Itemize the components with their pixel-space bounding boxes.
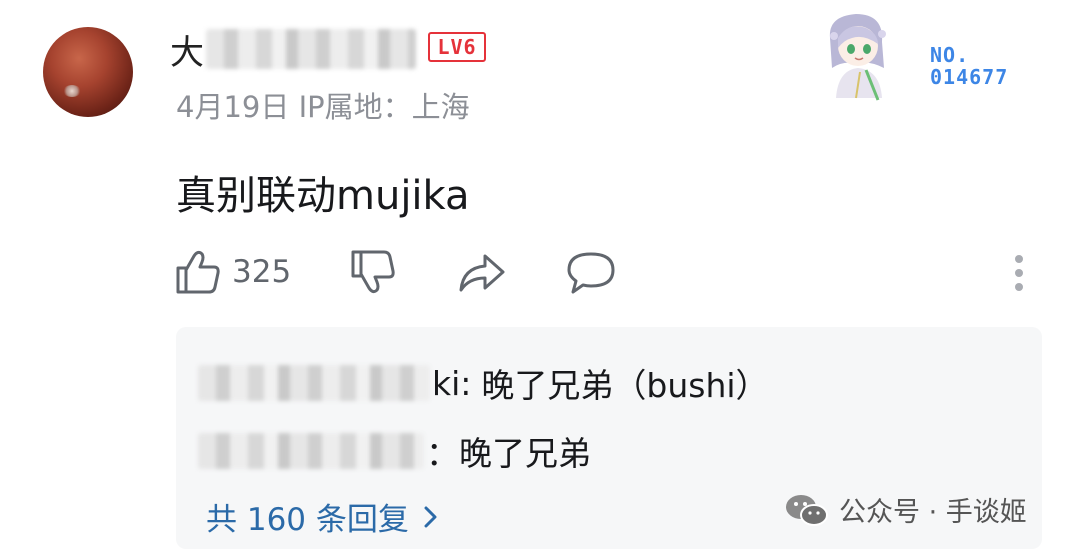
avatar-crater bbox=[63, 85, 81, 97]
reply-item[interactable]: ： 晚了兄弟 bbox=[198, 428, 591, 474]
like-button[interactable]: 325 bbox=[174, 248, 291, 296]
more-replies-label: 共 160 条回复 bbox=[206, 502, 409, 538]
action-bar: 325 bbox=[174, 248, 617, 296]
reply-text: 晚了兄弟（bushi） bbox=[481, 366, 769, 405]
chevron-right-icon bbox=[424, 506, 437, 527]
avatar-decoration-character bbox=[829, 14, 886, 101]
decoration-number: NO. 014677 bbox=[930, 44, 1008, 88]
thumbs-down-icon bbox=[351, 250, 395, 294]
reply-author-suffix: ： bbox=[426, 434, 459, 473]
comment-meta: 4月19日 IP属地：上海 bbox=[176, 90, 470, 124]
thumbs-up-icon bbox=[176, 250, 220, 294]
comment-bubble-icon bbox=[567, 252, 615, 294]
reply-button[interactable] bbox=[565, 248, 617, 296]
watermark-text: 公众号 · 手谈姬 bbox=[839, 497, 1027, 528]
reply-author-blurred bbox=[198, 365, 430, 401]
username-visible-char: 大 bbox=[170, 32, 204, 73]
view-all-replies-link[interactable]: 共 160 条回复 bbox=[206, 494, 443, 539]
more-options-icon[interactable] bbox=[1010, 253, 1028, 293]
decoration-number-label: NO. bbox=[930, 43, 970, 67]
dislike-button[interactable] bbox=[349, 248, 397, 296]
reply-author-suffix: ki: bbox=[432, 363, 472, 403]
like-count: 325 bbox=[232, 254, 292, 290]
reply-text: 晚了兄弟 bbox=[459, 434, 591, 473]
reply-author-blurred bbox=[198, 433, 424, 469]
username[interactable]: 大 bbox=[170, 24, 416, 74]
username-blurred bbox=[206, 29, 416, 69]
decoration-number-value: 014677 bbox=[930, 65, 1009, 89]
share-button[interactable] bbox=[457, 248, 507, 296]
comment-text: 真别联动mujika bbox=[176, 173, 470, 219]
share-icon bbox=[459, 254, 505, 292]
watermark: 公众号 · 手谈姬 bbox=[783, 490, 1027, 529]
level-badge: LV6 bbox=[428, 32, 486, 62]
reply-item[interactable]: ki: 晚了兄弟（bushi） bbox=[198, 360, 769, 406]
wechat-icon bbox=[786, 494, 828, 526]
user-avatar[interactable] bbox=[43, 27, 133, 117]
